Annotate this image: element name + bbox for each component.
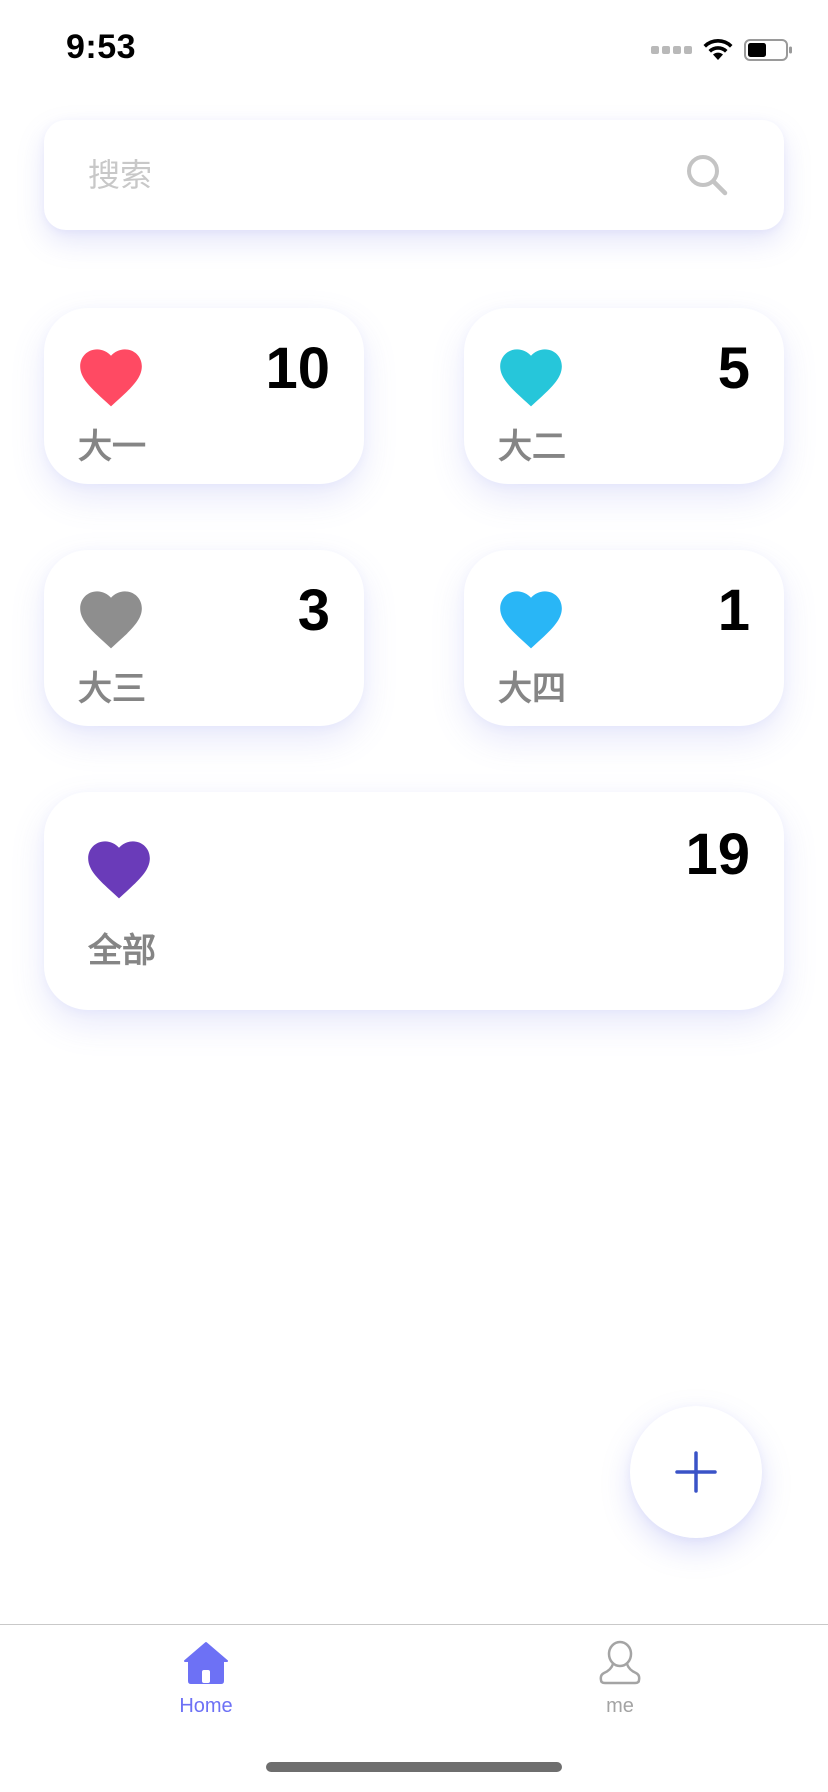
status-time: 9:53 [66, 28, 137, 66]
heart-icon [500, 591, 562, 649]
category-count: 10 [265, 336, 330, 401]
heart-icon [80, 349, 142, 407]
category-card-junior[interactable]: 3 大三 [44, 550, 364, 726]
plus-icon [675, 1451, 717, 1493]
status-icons [651, 36, 794, 64]
search-input[interactable] [88, 120, 648, 230]
home-icon [184, 1642, 228, 1684]
tab-home-label: Home [179, 1695, 233, 1717]
heart-icon [88, 841, 150, 899]
heart-icon [500, 349, 562, 407]
tab-me-label: me [606, 1695, 634, 1717]
search-icon[interactable] [684, 152, 730, 198]
add-button[interactable] [630, 1406, 762, 1538]
status-bar: 9:53 [0, 0, 828, 96]
category-card-senior[interactable]: 1 大四 [464, 550, 784, 726]
category-card-all[interactable]: 19 全部 [44, 792, 784, 1010]
category-label: 大四 [498, 669, 566, 709]
category-label: 大二 [498, 427, 566, 467]
category-label: 大一 [78, 427, 146, 467]
tab-home[interactable]: Home [126, 1639, 286, 1729]
category-label: 大三 [78, 669, 146, 709]
home-indicator [266, 1762, 562, 1772]
category-card-freshman[interactable]: 10 大一 [44, 308, 364, 484]
category-count: 1 [717, 578, 750, 643]
total-count: 19 [685, 822, 750, 887]
total-label: 全部 [88, 931, 156, 971]
battery-icon [744, 39, 792, 61]
tab-me[interactable]: me [540, 1639, 700, 1729]
cellular-signal-icon [651, 46, 692, 54]
category-card-sophomore[interactable]: 5 大二 [464, 308, 784, 484]
category-count: 3 [297, 578, 330, 643]
search-bar[interactable] [44, 120, 784, 230]
heart-icon [80, 591, 142, 649]
wifi-icon [703, 38, 733, 60]
user-icon [599, 1640, 641, 1685]
category-count: 5 [717, 336, 750, 401]
